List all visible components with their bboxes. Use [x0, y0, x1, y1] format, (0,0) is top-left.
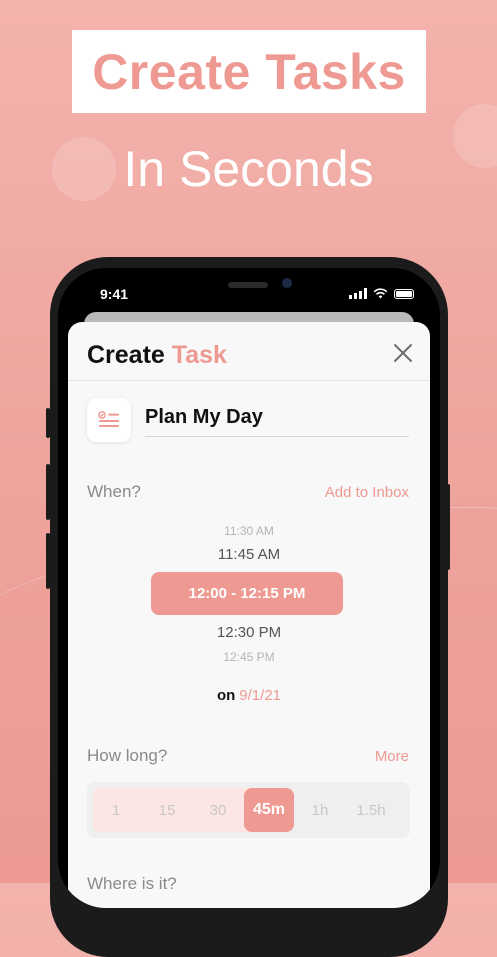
how-long-label: How long? [87, 746, 168, 765]
duration-option[interactable]: 1 [91, 788, 141, 832]
on-label: on [216, 687, 236, 704]
promo-title-box: Create Tasks [72, 30, 426, 113]
more-link[interactable]: More [375, 748, 409, 765]
date-line: on 9/1/21 [68, 687, 430, 704]
close-icon[interactable] [392, 342, 414, 364]
task-name-input[interactable]: Plan My Day [145, 406, 263, 429]
signal-icon [349, 288, 367, 299]
promo-title: Create Tasks [92, 43, 406, 100]
duration-selector: 1 15 30 45m 1h 1.5h [87, 782, 410, 838]
time-option[interactable]: 12:30 PM [68, 624, 430, 641]
checklist-icon[interactable] [87, 398, 131, 442]
promo-subtitle: In Seconds [123, 141, 374, 197]
phone-screen: 9:41 Create Task Plan My Day When? Add t… [58, 268, 440, 908]
sheet-title: Create Task [87, 341, 227, 370]
time-option[interactable]: 12:45 PM [68, 650, 430, 664]
time-option[interactable]: 11:30 AM [68, 524, 430, 538]
date-picker[interactable]: 9/1/21 [239, 687, 281, 704]
time-option-selected[interactable]: 12:00 - 12:15 PM [151, 572, 343, 615]
status-time: 9:41 [100, 286, 129, 302]
duration-option[interactable]: 15 [142, 788, 192, 832]
add-to-inbox-link[interactable]: Add to Inbox [325, 484, 409, 501]
where-label: Where is it? [87, 874, 177, 893]
duration-option[interactable]: 1.5h [346, 788, 396, 832]
speaker [228, 282, 268, 288]
when-label: When? [87, 482, 141, 501]
sheet-header: Create Task [68, 322, 430, 381]
battery-icon [394, 288, 414, 299]
time-option[interactable]: 11:45 AM [68, 546, 430, 563]
duration-option[interactable]: 1h [295, 788, 345, 832]
sheet-title-task: Task [171, 341, 227, 369]
camera [282, 278, 292, 288]
create-task-sheet: Create Task Plan My Day When? Add to Inb… [68, 322, 430, 908]
sheet-title-create: Create [87, 341, 165, 369]
duration-option-selected[interactable]: 45m [244, 788, 294, 832]
duration-option[interactable]: 30 [193, 788, 243, 832]
task-name-underline [145, 436, 409, 437]
status-icons [349, 288, 414, 299]
wifi-icon [373, 288, 388, 299]
